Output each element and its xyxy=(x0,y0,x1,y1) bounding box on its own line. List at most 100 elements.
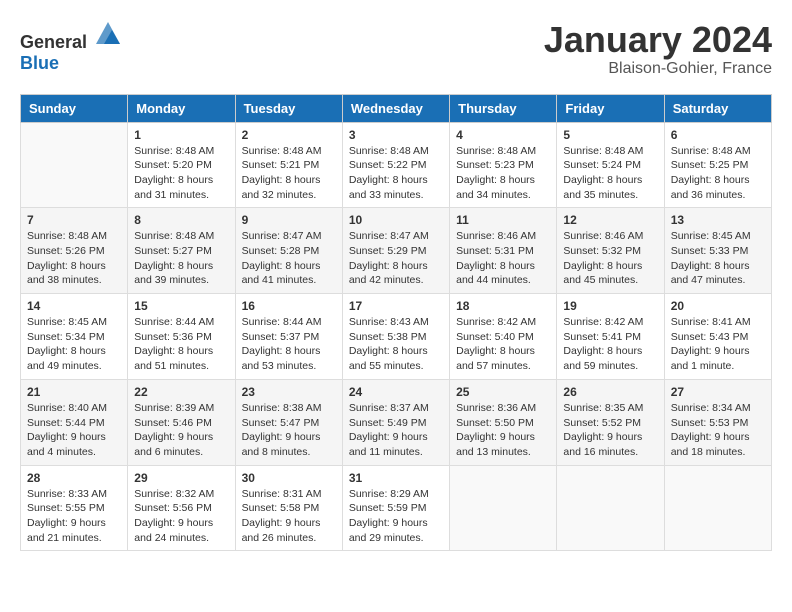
day-info: Sunrise: 8:46 AM Sunset: 5:32 PM Dayligh… xyxy=(563,229,657,288)
day-info: Sunrise: 8:48 AM Sunset: 5:24 PM Dayligh… xyxy=(563,144,657,203)
day-number: 31 xyxy=(349,471,443,485)
day-number: 5 xyxy=(563,128,657,142)
calendar-cell: 24 Sunrise: 8:37 AM Sunset: 5:49 PM Dayli… xyxy=(342,379,449,465)
day-info: Sunrise: 8:34 AM Sunset: 5:53 PM Dayligh… xyxy=(671,401,765,460)
logo-icon xyxy=(94,20,122,48)
day-number: 12 xyxy=(563,213,657,227)
calendar-cell: 7 Sunrise: 8:48 AM Sunset: 5:26 PM Daylig… xyxy=(21,208,128,294)
day-info: Sunrise: 8:41 AM Sunset: 5:43 PM Dayligh… xyxy=(671,315,765,374)
calendar-cell: 17 Sunrise: 8:43 AM Sunset: 5:38 PM Dayli… xyxy=(342,294,449,380)
week-row-3: 14 Sunrise: 8:45 AM Sunset: 5:34 PM Dayli… xyxy=(21,294,772,380)
calendar-cell: 26 Sunrise: 8:35 AM Sunset: 5:52 PM Dayli… xyxy=(557,379,664,465)
calendar-cell: 8 Sunrise: 8:48 AM Sunset: 5:27 PM Daylig… xyxy=(128,208,235,294)
day-info: Sunrise: 8:48 AM Sunset: 5:27 PM Dayligh… xyxy=(134,229,228,288)
day-number: 14 xyxy=(27,299,121,313)
day-info: Sunrise: 8:37 AM Sunset: 5:49 PM Dayligh… xyxy=(349,401,443,460)
calendar-cell xyxy=(664,465,771,551)
day-info: Sunrise: 8:42 AM Sunset: 5:40 PM Dayligh… xyxy=(456,315,550,374)
day-number: 13 xyxy=(671,213,765,227)
calendar-cell: 12 Sunrise: 8:46 AM Sunset: 5:32 PM Dayli… xyxy=(557,208,664,294)
calendar-cell: 15 Sunrise: 8:44 AM Sunset: 5:36 PM Dayli… xyxy=(128,294,235,380)
calendar-cell: 1Sunrise: 8:48 AM Sunset: 5:20 PM Daylig… xyxy=(128,122,235,208)
day-number: 4 xyxy=(456,128,550,142)
title-block: January 2024 Blaison-Gohier, France xyxy=(544,20,772,78)
weekday-header-tuesday: Tuesday xyxy=(235,94,342,122)
day-info: Sunrise: 8:31 AM Sunset: 5:58 PM Dayligh… xyxy=(242,487,336,546)
logo-blue: Blue xyxy=(20,53,59,73)
day-info: Sunrise: 8:46 AM Sunset: 5:31 PM Dayligh… xyxy=(456,229,550,288)
day-number: 23 xyxy=(242,385,336,399)
calendar-cell: 2Sunrise: 8:48 AM Sunset: 5:21 PM Daylig… xyxy=(235,122,342,208)
day-info: Sunrise: 8:48 AM Sunset: 5:26 PM Dayligh… xyxy=(27,229,121,288)
calendar-cell: 6Sunrise: 8:48 AM Sunset: 5:25 PM Daylig… xyxy=(664,122,771,208)
day-number: 15 xyxy=(134,299,228,313)
day-info: Sunrise: 8:48 AM Sunset: 5:20 PM Dayligh… xyxy=(134,144,228,203)
day-number: 20 xyxy=(671,299,765,313)
day-info: Sunrise: 8:45 AM Sunset: 5:33 PM Dayligh… xyxy=(671,229,765,288)
calendar-cell: 11Sunrise: 8:46 AM Sunset: 5:31 PM Dayli… xyxy=(450,208,557,294)
calendar-cell: 29 Sunrise: 8:32 AM Sunset: 5:56 PM Dayli… xyxy=(128,465,235,551)
day-info: Sunrise: 8:35 AM Sunset: 5:52 PM Dayligh… xyxy=(563,401,657,460)
calendar-cell: 18 Sunrise: 8:42 AM Sunset: 5:40 PM Dayli… xyxy=(450,294,557,380)
day-info: Sunrise: 8:48 AM Sunset: 5:22 PM Dayligh… xyxy=(349,144,443,203)
calendar-cell: 21Sunrise: 8:40 AM Sunset: 5:44 PM Dayli… xyxy=(21,379,128,465)
weekday-header-row: SundayMondayTuesdayWednesdayThursdayFrid… xyxy=(21,94,772,122)
day-number: 30 xyxy=(242,471,336,485)
calendar-cell: 22 Sunrise: 8:39 AM Sunset: 5:46 PM Dayli… xyxy=(128,379,235,465)
calendar-cell: 20 Sunrise: 8:41 AM Sunset: 5:43 PM Dayli… xyxy=(664,294,771,380)
day-number: 7 xyxy=(27,213,121,227)
week-row-5: 28 Sunrise: 8:33 AM Sunset: 5:55 PM Dayli… xyxy=(21,465,772,551)
calendar-cell: 9 Sunrise: 8:47 AM Sunset: 5:28 PM Daylig… xyxy=(235,208,342,294)
day-number: 6 xyxy=(671,128,765,142)
day-info: Sunrise: 8:36 AM Sunset: 5:50 PM Dayligh… xyxy=(456,401,550,460)
calendar-cell: 23 Sunrise: 8:38 AM Sunset: 5:47 PM Dayli… xyxy=(235,379,342,465)
day-number: 8 xyxy=(134,213,228,227)
weekday-header-friday: Friday xyxy=(557,94,664,122)
day-info: Sunrise: 8:43 AM Sunset: 5:38 PM Dayligh… xyxy=(349,315,443,374)
day-info: Sunrise: 8:39 AM Sunset: 5:46 PM Dayligh… xyxy=(134,401,228,460)
calendar-cell: 27Sunrise: 8:34 AM Sunset: 5:53 PM Dayli… xyxy=(664,379,771,465)
week-row-4: 21Sunrise: 8:40 AM Sunset: 5:44 PM Dayli… xyxy=(21,379,772,465)
calendar-cell xyxy=(21,122,128,208)
calendar-table: SundayMondayTuesdayWednesdayThursdayFrid… xyxy=(20,94,772,552)
weekday-header-monday: Monday xyxy=(128,94,235,122)
weekday-header-saturday: Saturday xyxy=(664,94,771,122)
day-number: 18 xyxy=(456,299,550,313)
day-number: 24 xyxy=(349,385,443,399)
day-number: 26 xyxy=(563,385,657,399)
day-number: 19 xyxy=(563,299,657,313)
day-info: Sunrise: 8:48 AM Sunset: 5:23 PM Dayligh… xyxy=(456,144,550,203)
calendar-cell: 14 Sunrise: 8:45 AM Sunset: 5:34 PM Dayli… xyxy=(21,294,128,380)
day-info: Sunrise: 8:44 AM Sunset: 5:36 PM Dayligh… xyxy=(134,315,228,374)
day-number: 22 xyxy=(134,385,228,399)
weekday-header-wednesday: Wednesday xyxy=(342,94,449,122)
day-info: Sunrise: 8:47 AM Sunset: 5:29 PM Dayligh… xyxy=(349,229,443,288)
day-number: 17 xyxy=(349,299,443,313)
day-info: Sunrise: 8:42 AM Sunset: 5:41 PM Dayligh… xyxy=(563,315,657,374)
day-number: 10 xyxy=(349,213,443,227)
day-number: 3 xyxy=(349,128,443,142)
calendar-cell: 31Sunrise: 8:29 AM Sunset: 5:59 PM Dayli… xyxy=(342,465,449,551)
calendar-cell: 5 Sunrise: 8:48 AM Sunset: 5:24 PM Daylig… xyxy=(557,122,664,208)
logo: General Blue xyxy=(20,20,122,74)
day-number: 9 xyxy=(242,213,336,227)
day-number: 29 xyxy=(134,471,228,485)
day-info: Sunrise: 8:45 AM Sunset: 5:34 PM Dayligh… xyxy=(27,315,121,374)
day-info: Sunrise: 8:32 AM Sunset: 5:56 PM Dayligh… xyxy=(134,487,228,546)
calendar-cell: 10 Sunrise: 8:47 AM Sunset: 5:29 PM Dayli… xyxy=(342,208,449,294)
logo-general: General xyxy=(20,32,87,52)
location-title: Blaison-Gohier, France xyxy=(544,60,772,78)
calendar-cell: 13 Sunrise: 8:45 AM Sunset: 5:33 PM Dayli… xyxy=(664,208,771,294)
day-info: Sunrise: 8:38 AM Sunset: 5:47 PM Dayligh… xyxy=(242,401,336,460)
calendar-cell xyxy=(450,465,557,551)
calendar-cell: 16Sunrise: 8:44 AM Sunset: 5:37 PM Dayli… xyxy=(235,294,342,380)
calendar-cell: 25Sunrise: 8:36 AM Sunset: 5:50 PM Dayli… xyxy=(450,379,557,465)
day-number: 28 xyxy=(27,471,121,485)
day-info: Sunrise: 8:47 AM Sunset: 5:28 PM Dayligh… xyxy=(242,229,336,288)
day-number: 2 xyxy=(242,128,336,142)
calendar-cell xyxy=(557,465,664,551)
calendar-cell: 19 Sunrise: 8:42 AM Sunset: 5:41 PM Dayli… xyxy=(557,294,664,380)
calendar-cell: 28 Sunrise: 8:33 AM Sunset: 5:55 PM Dayli… xyxy=(21,465,128,551)
day-info: Sunrise: 8:33 AM Sunset: 5:55 PM Dayligh… xyxy=(27,487,121,546)
calendar-cell: 4 Sunrise: 8:48 AM Sunset: 5:23 PM Daylig… xyxy=(450,122,557,208)
